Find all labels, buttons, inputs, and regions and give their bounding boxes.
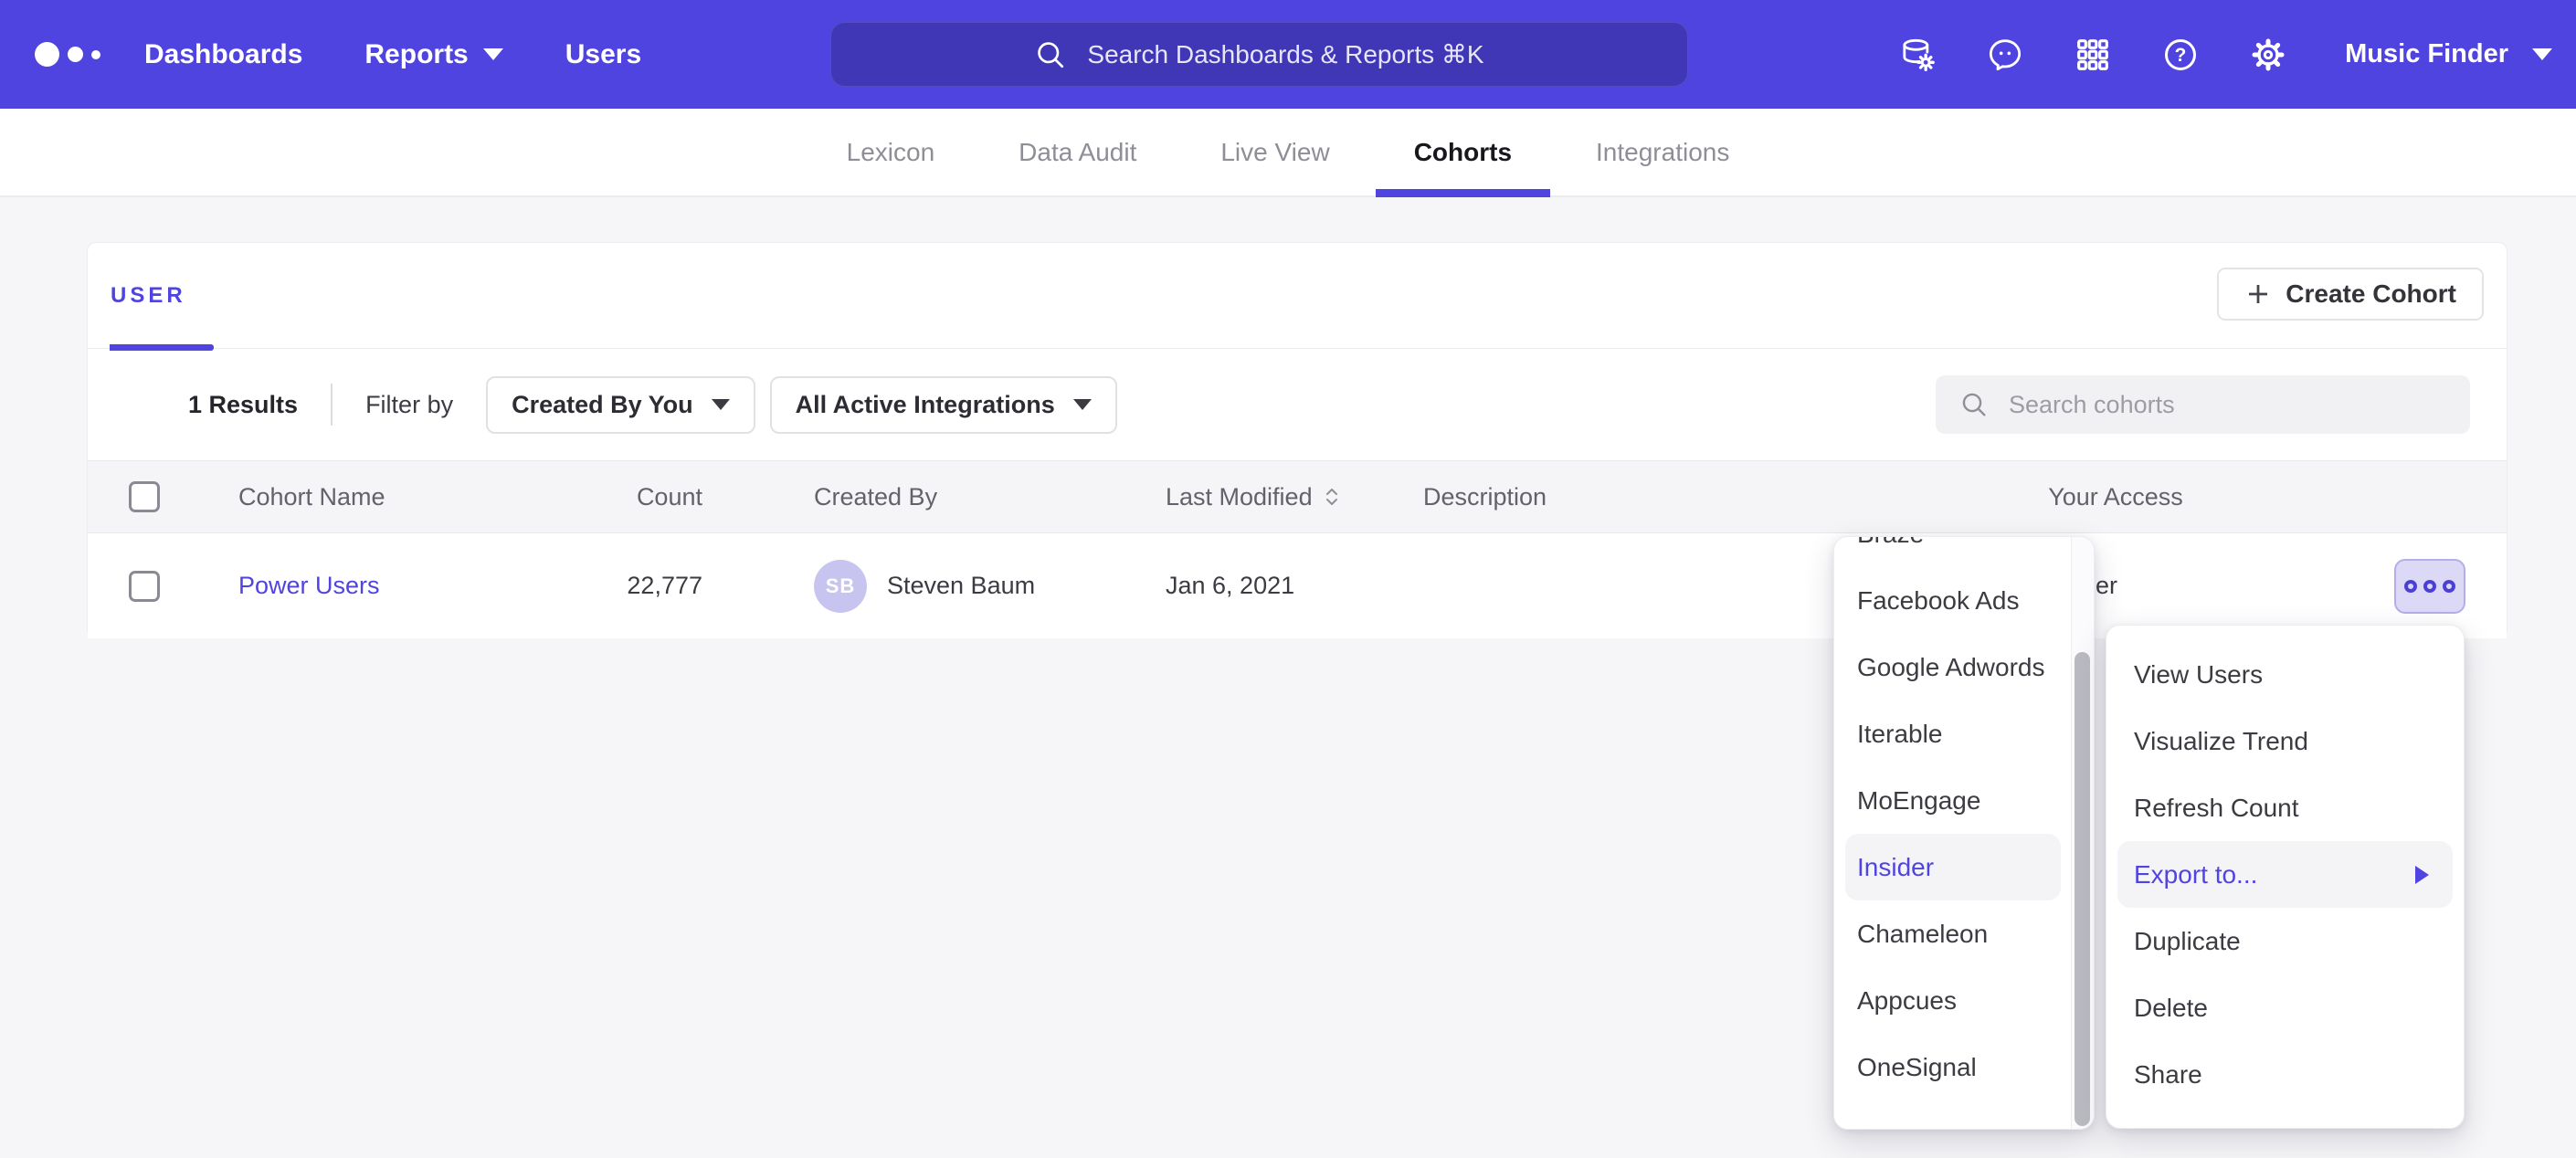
cohort-type-header: USER Create Cohort: [88, 243, 2507, 349]
tab-integrations[interactable]: Integrations: [1596, 109, 1729, 195]
settings-gear-icon[interactable]: [2250, 37, 2286, 73]
created-by-filter[interactable]: Created By You: [486, 376, 755, 434]
header-your-access[interactable]: Your Access: [1979, 461, 2253, 532]
logo-dot-small: [91, 50, 100, 59]
filter-toolbar: 1 Results Filter by Created By You All A…: [88, 349, 2507, 460]
cohort-name-link[interactable]: Power Users: [238, 572, 380, 600]
header-count[interactable]: Count: [549, 461, 702, 532]
menu-item-iterable[interactable]: Iterable: [1834, 700, 2070, 767]
submenu-scrollbar-track[interactable]: [2071, 537, 2094, 1129]
divider: [331, 384, 333, 426]
export-destinations-submenu: Braze Facebook Ads Google Adwords Iterab…: [1833, 536, 2095, 1130]
dot-icon: [2404, 580, 2417, 593]
section-tabs: Lexicon Data Audit Live View Cohorts Int…: [0, 109, 2576, 197]
cohorts-page: Dashboards Reports Users Search Dashboar…: [0, 0, 2576, 1158]
last-modified-cell: Jan 6, 2021: [1166, 533, 1294, 638]
menu-item-moengage[interactable]: MoEngage: [1834, 767, 2070, 834]
help-icon[interactable]: ?: [2162, 37, 2199, 73]
project-selector[interactable]: Music Finder: [2345, 39, 2552, 69]
menu-item-view-users[interactable]: View Users: [2106, 641, 2464, 708]
menu-item-insider[interactable]: Insider: [1845, 834, 2061, 900]
create-cohort-button[interactable]: Create Cohort: [2217, 268, 2484, 321]
chevron-down-icon: [483, 48, 503, 60]
global-search-placeholder: Search Dashboards & Reports ⌘K: [1087, 39, 1483, 69]
menu-item-facebook-ads[interactable]: Facebook Ads: [1834, 567, 2070, 634]
project-name: Music Finder: [2345, 39, 2508, 69]
dot-icon: [2443, 580, 2455, 593]
nav-utilities: ? Music Finder: [1899, 0, 2576, 109]
nav-reports-label: Reports: [364, 39, 468, 70]
sort-icon: [1322, 484, 1342, 510]
mixpanel-logo[interactable]: [35, 42, 108, 67]
menu-item-onesignal[interactable]: OneSignal: [1834, 1034, 2070, 1100]
feedback-icon[interactable]: [1987, 37, 2023, 73]
logo-dot-large: [35, 42, 59, 67]
tab-user-cohorts[interactable]: USER: [111, 243, 186, 348]
tab-user-label: USER: [111, 283, 186, 309]
global-search-bar[interactable]: Search Dashboards & Reports ⌘K: [830, 22, 1688, 87]
menu-item-share[interactable]: Share: [2106, 1041, 2464, 1108]
main-nav: Dashboards Reports Users: [144, 39, 641, 70]
plus-icon: [2244, 280, 2272, 308]
menu-item-refresh-count[interactable]: Refresh Count: [2106, 774, 2464, 841]
tab-cohorts[interactable]: Cohorts: [1414, 109, 1512, 195]
svg-text:?: ?: [2175, 45, 2187, 66]
chevron-down-icon: [712, 399, 730, 410]
select-all-checkbox[interactable]: [129, 481, 160, 512]
submenu-arrow-icon: [2415, 866, 2429, 884]
filter-by-label: Filter by: [365, 391, 453, 419]
header-created-by[interactable]: Created By: [814, 461, 937, 532]
tab-data-audit[interactable]: Data Audit: [1019, 109, 1136, 195]
nav-dashboards[interactable]: Dashboards: [144, 39, 302, 70]
chevron-down-icon: [1073, 399, 1092, 410]
menu-item-visualize-trend[interactable]: Visualize Trend: [2106, 708, 2464, 774]
avatar: SB: [814, 560, 867, 613]
tab-live-view[interactable]: Live View: [1220, 109, 1329, 195]
menu-item-chameleon[interactable]: Chameleon: [1834, 900, 2070, 967]
results-count: 1 Results: [188, 391, 298, 419]
create-cohort-label: Create Cohort: [2286, 279, 2456, 309]
created-by-cell: SB Steven Baum: [814, 533, 1035, 638]
menu-item-duplicate[interactable]: Duplicate: [2106, 908, 2464, 974]
header-last-modified-label: Last Modified: [1166, 483, 1313, 511]
menu-item-appcues[interactable]: Appcues: [1834, 967, 2070, 1034]
header-description[interactable]: Description: [1423, 461, 1547, 532]
nav-reports[interactable]: Reports: [364, 39, 502, 70]
data-settings-icon[interactable]: [1899, 37, 1936, 73]
chevron-down-icon: [2532, 48, 2552, 60]
top-nav: Dashboards Reports Users Search Dashboar…: [0, 0, 2576, 109]
created-by-filter-label: Created By You: [512, 391, 693, 419]
row-checkbox[interactable]: [129, 571, 160, 602]
table-row: Power Users 22,777 SB Steven Baum Jan 6,…: [88, 533, 2507, 638]
row-actions-button[interactable]: [2394, 559, 2465, 614]
search-icon: [1034, 38, 1067, 71]
integrations-filter[interactable]: All Active Integrations: [770, 376, 1117, 434]
table-header-row: Cohort Name Count Created By Last Modifi…: [88, 460, 2507, 533]
logo-dot-medium: [68, 47, 83, 62]
export-destinations-list: Braze Facebook Ads Google Adwords Iterab…: [1834, 536, 2094, 1100]
search-icon: [1959, 390, 1989, 419]
menu-item-export-to[interactable]: Export to...: [2117, 841, 2453, 908]
export-to-label: Export to...: [2134, 860, 2257, 890]
header-cohort-name[interactable]: Cohort Name: [238, 461, 385, 532]
tab-lexicon[interactable]: Lexicon: [847, 109, 935, 195]
submenu-scrollbar-thumb[interactable]: [2075, 652, 2090, 1126]
menu-item-delete[interactable]: Delete: [2106, 974, 2464, 1041]
nav-users[interactable]: Users: [565, 39, 641, 70]
dot-icon: [2423, 580, 2436, 593]
integrations-filter-label: All Active Integrations: [796, 391, 1055, 419]
created-by-name: Steven Baum: [887, 572, 1035, 600]
menu-item-braze[interactable]: Braze: [1834, 536, 2070, 567]
search-cohorts-input[interactable]: Search cohorts: [1936, 375, 2470, 434]
cohort-count: 22,777: [549, 533, 702, 638]
apps-grid-icon[interactable]: [2075, 37, 2111, 73]
header-last-modified[interactable]: Last Modified: [1166, 461, 1342, 532]
row-context-menu: View Users Visualize Trend Refresh Count…: [2106, 625, 2465, 1129]
search-cohorts-placeholder: Search cohorts: [2009, 391, 2175, 419]
menu-item-google-adwords[interactable]: Google Adwords: [1834, 634, 2070, 700]
cohorts-card: USER Create Cohort 1 Results Filter by C…: [87, 242, 2507, 638]
